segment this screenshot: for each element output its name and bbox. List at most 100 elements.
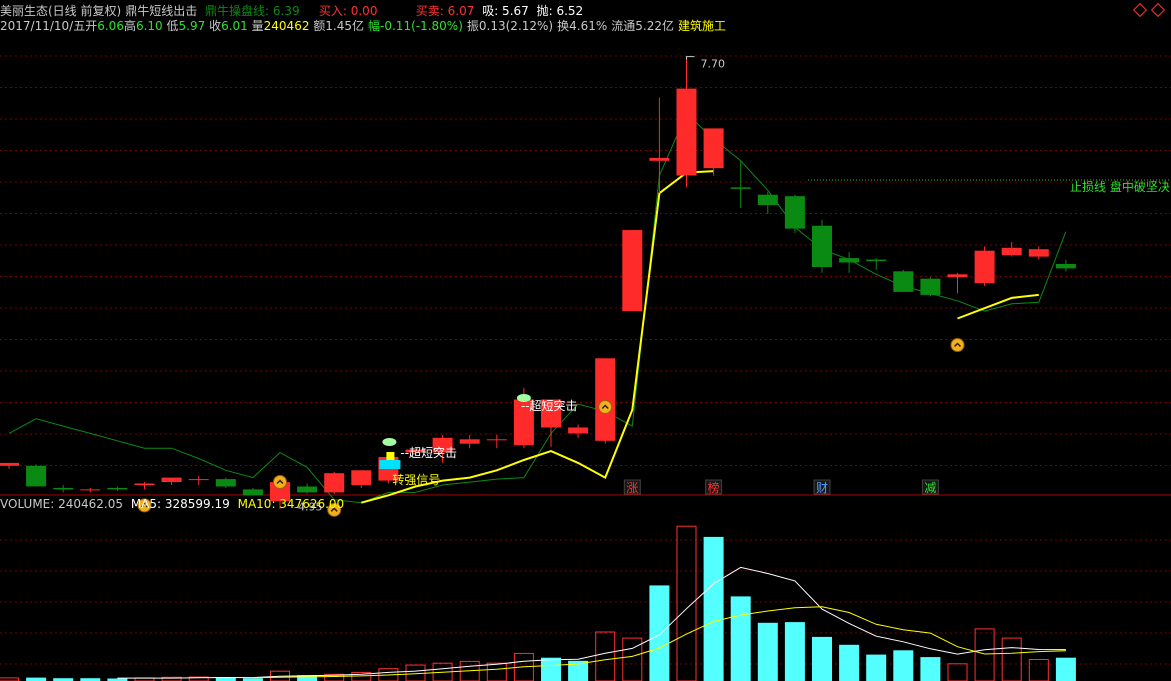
candle-body bbox=[242, 489, 263, 496]
candle-body bbox=[730, 187, 751, 189]
candle-body bbox=[297, 486, 318, 493]
stop-loss-label: 止损线 盘中破坚决 bbox=[1070, 179, 1170, 194]
volume-header: VOLUME: 240462.05 MA5: 328599.19 MA10: 3… bbox=[0, 497, 348, 511]
buy-signal-icon bbox=[950, 338, 965, 352]
volume-bar bbox=[866, 654, 887, 681]
signal-bar-icon bbox=[379, 460, 401, 469]
grid-lines bbox=[0, 55, 1171, 665]
volume-bar bbox=[757, 622, 778, 681]
amount-value: 额1.45亿 bbox=[313, 19, 365, 33]
high-label: 高 bbox=[123, 19, 136, 33]
volume-bar bbox=[26, 677, 47, 681]
candles bbox=[0, 57, 1076, 509]
candle-body bbox=[676, 88, 697, 176]
candle-body bbox=[486, 439, 507, 441]
annotations: 止损线 盘中破坚决7.70-4.95--超短突击--超短突击转强信号涨榜财减 bbox=[137, 56, 1171, 517]
quote-header: 2017/11/10/五开6.06高6.10 低5.97 收6.01 量2404… bbox=[0, 19, 730, 33]
volume-readout: VOLUME: 240462.05 bbox=[0, 497, 123, 511]
volume-bar bbox=[1055, 657, 1076, 681]
volume-bar bbox=[974, 628, 995, 681]
info-mark: 减 bbox=[924, 481, 936, 495]
change-value: 幅-0.11(-1.80%) bbox=[368, 19, 463, 33]
candle-body bbox=[839, 258, 860, 263]
yellow-line bbox=[957, 293, 1039, 320]
strong-signal-label: 转强信号 bbox=[392, 472, 440, 487]
volume-bar bbox=[1028, 659, 1049, 681]
candle-body bbox=[595, 358, 616, 441]
stock-name: 美丽生态(日线 前复权) bbox=[0, 4, 122, 18]
volume-bar bbox=[649, 585, 670, 681]
candle-body bbox=[324, 473, 345, 493]
candle-body bbox=[107, 487, 128, 490]
open-label: 开 bbox=[85, 19, 98, 33]
volume-bar bbox=[893, 650, 914, 681]
low-value: 5.97 bbox=[178, 19, 206, 33]
signal-square-icon bbox=[386, 452, 395, 460]
volume-bar bbox=[839, 644, 860, 681]
kline-chart[interactable]: 止损线 盘中破坚决7.70-4.95--超短突击--超短突击转强信号涨榜财减 bbox=[0, 0, 1171, 681]
candle-body bbox=[53, 487, 74, 490]
green-trend-line bbox=[8, 112, 1067, 504]
candle-body bbox=[1055, 264, 1076, 269]
throw-value: 抛: 6.52 bbox=[536, 4, 584, 18]
super-short-label-1: --超短突击 bbox=[521, 398, 578, 413]
info-mark: 财 bbox=[816, 481, 828, 495]
candle-body bbox=[351, 470, 372, 485]
turnover-value: 换4.61% bbox=[557, 19, 608, 33]
candle-body bbox=[1001, 247, 1022, 256]
volume-bar bbox=[784, 622, 805, 681]
line-value: 鼎牛操盘线: 6.39 bbox=[205, 4, 300, 18]
super-short-label-2: --超短突击 bbox=[400, 445, 457, 460]
volume-bars bbox=[0, 525, 1076, 681]
high-value: 6.10 bbox=[135, 19, 163, 33]
volume-bar bbox=[920, 657, 941, 681]
volume-bar bbox=[541, 657, 561, 681]
open-value: 6.06 bbox=[97, 19, 124, 33]
candle-body bbox=[622, 230, 643, 312]
candle-body bbox=[812, 225, 832, 267]
candle-body bbox=[0, 462, 19, 466]
volume-bar bbox=[486, 662, 507, 681]
volume-bar bbox=[676, 525, 697, 681]
candle-body bbox=[703, 128, 724, 169]
candle-body bbox=[80, 489, 101, 491]
high-price-label: 7.70 bbox=[701, 58, 726, 71]
volume-bar bbox=[595, 631, 616, 681]
candle-body bbox=[188, 479, 209, 481]
volume-bar bbox=[947, 663, 968, 681]
indicator-header: 美丽生态(日线 前复权) 鼎牛短线出击 鼎牛操盘线: 6.39 买入: 0.00 … bbox=[0, 4, 587, 18]
quote-date: 2017/11/10/五 bbox=[0, 19, 86, 33]
buy-value: 买入: 0.00 bbox=[318, 4, 378, 18]
amplitude-value: 振0.13(2.12%) bbox=[466, 19, 554, 33]
yellow-trend-line bbox=[361, 170, 1039, 504]
candle-body bbox=[974, 250, 995, 284]
candle-body bbox=[866, 259, 887, 262]
volume-bar bbox=[703, 536, 724, 681]
candle-body bbox=[947, 274, 968, 278]
buy-signal-icon bbox=[273, 475, 287, 489]
ma10-readout: MA10: 347626.00 bbox=[237, 497, 345, 511]
signal-leaf-icon bbox=[382, 438, 397, 446]
candle-body bbox=[215, 479, 236, 487]
candle-body bbox=[26, 465, 47, 487]
info-mark: 榜 bbox=[708, 480, 720, 495]
volume-bar bbox=[1001, 637, 1022, 681]
candle-body bbox=[1028, 249, 1049, 257]
sector-value: 建筑施工 bbox=[677, 19, 726, 33]
high-marker-icon bbox=[686, 56, 695, 60]
close-value: 6.01 bbox=[221, 19, 248, 33]
ma5-readout: MA5: 328599.19 bbox=[130, 497, 230, 511]
indicator-name: 鼎牛短线出击 bbox=[125, 4, 198, 18]
candle-body bbox=[161, 477, 182, 482]
candle-body bbox=[459, 439, 480, 444]
candle-body bbox=[568, 427, 589, 434]
low-label: 低 bbox=[166, 19, 179, 33]
candle-body bbox=[784, 196, 805, 229]
buy-signal-icon bbox=[598, 400, 613, 414]
volume-value: 240462 bbox=[263, 19, 310, 33]
candle-body bbox=[920, 278, 941, 295]
volume-bar bbox=[812, 636, 832, 681]
info-mark: 涨 bbox=[626, 480, 638, 495]
trade-value: 买卖: 6.07 bbox=[415, 4, 475, 18]
candle-body bbox=[757, 194, 778, 205]
